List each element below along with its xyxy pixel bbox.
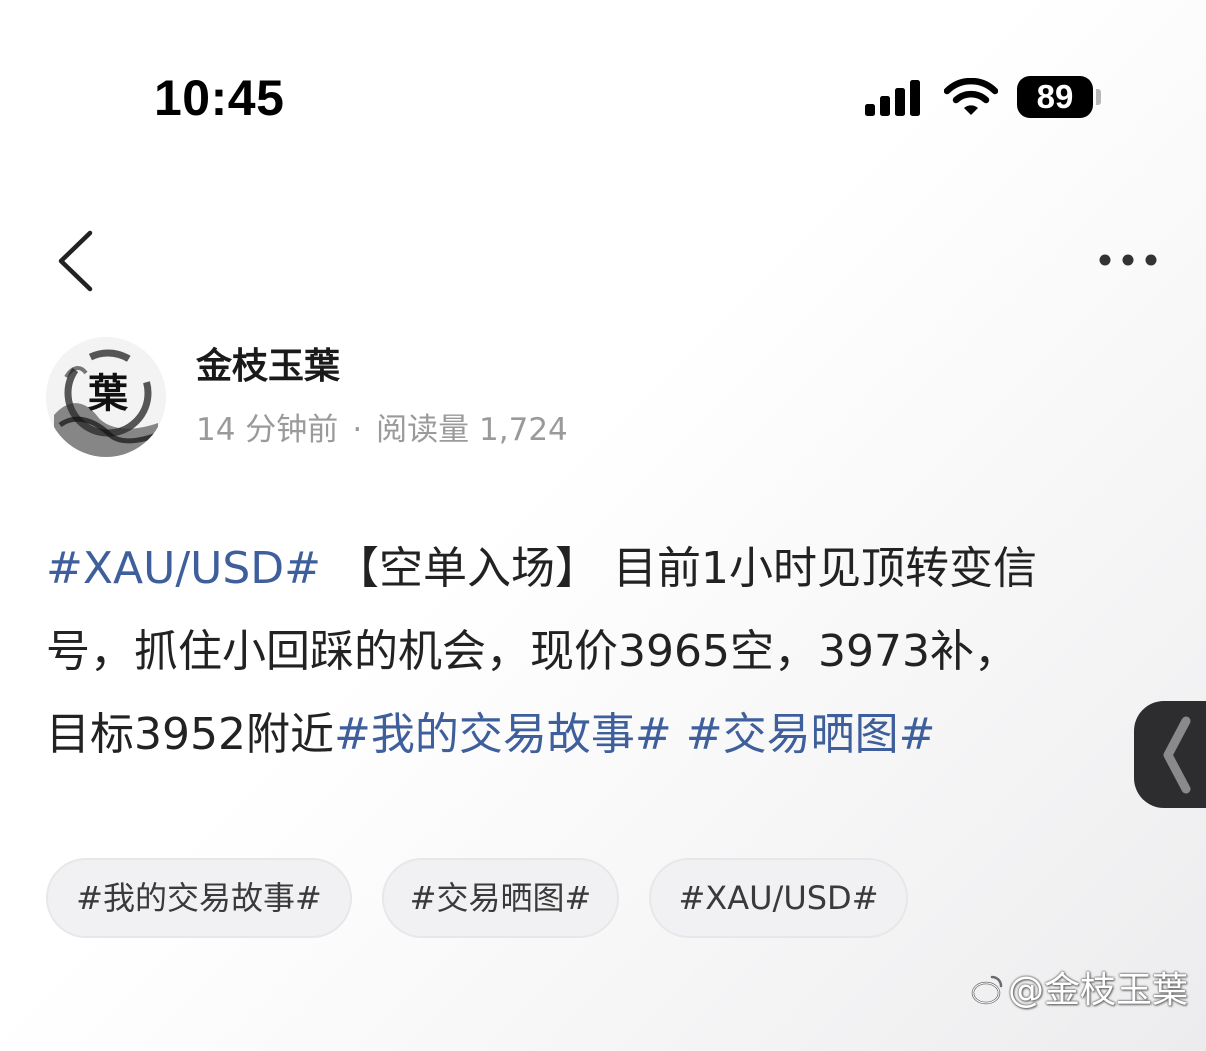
status-time: 10:45 — [154, 70, 285, 126]
hashtag-link[interactable]: #XAU/USD# — [46, 543, 321, 594]
meta-separator: · — [352, 412, 363, 448]
wifi-icon — [944, 78, 998, 115]
topic-chip[interactable]: #我的交易故事# — [46, 858, 352, 938]
topic-chip[interactable]: #XAU/USD# — [649, 858, 908, 938]
signal-icon — [865, 80, 920, 116]
weibo-logo-icon — [971, 975, 1003, 1005]
hashtag-space — [672, 709, 686, 760]
post-body: #XAU/USD# 【空单入场】 目前1小时见顶转变信 号，抓住小回踩的机会，现… — [46, 527, 1126, 776]
chevron-left-icon — [1163, 716, 1191, 794]
watermark: @金枝玉葉 — [970, 966, 1188, 1016]
topic-chip[interactable]: #交易晒图# — [382, 858, 619, 938]
post-line-2: 号，抓住小回踩的机会，现价3965空，3973补， — [46, 610, 1126, 693]
battery-icon: 89 — [1017, 76, 1093, 118]
chevron-left-icon — [58, 230, 93, 292]
hashtag-link[interactable]: #交易晒图# — [686, 709, 936, 760]
back-button[interactable] — [50, 225, 110, 297]
view-count: 阅读量 1,724 — [376, 412, 568, 448]
post-line-1: #XAU/USD# 【空单入场】 目前1小时见顶转变信 — [46, 527, 1126, 610]
more-button[interactable] — [1090, 245, 1170, 275]
author-name[interactable]: 金枝玉葉 — [196, 342, 340, 392]
ink-avatar-image: 葉 — [46, 337, 166, 457]
hashtag-link[interactable]: #我的交易故事# — [334, 709, 672, 760]
post-line-3: 目标3952附近#我的交易故事# #交易晒图# — [46, 693, 1126, 776]
post-text: 目标3952附近 — [46, 709, 334, 760]
side-float-tab[interactable] — [1134, 701, 1206, 808]
svg-text:葉: 葉 — [87, 370, 129, 417]
more-horizontal-icon — [1099, 254, 1157, 266]
avatar[interactable]: 葉 — [46, 337, 166, 457]
post-text: 号，抓住小回踩的机会，现价3965空，3973补， — [46, 626, 1018, 677]
watermark-text: @金枝玉葉 — [1008, 970, 1189, 1011]
post-text: 【空单入场】 目前1小时见顶转变信 — [321, 543, 1037, 594]
post-meta: 14 分钟前 · 阅读量 1,724 — [196, 408, 568, 452]
battery-cap — [1096, 89, 1101, 105]
post-time: 14 分钟前 — [196, 412, 339, 448]
